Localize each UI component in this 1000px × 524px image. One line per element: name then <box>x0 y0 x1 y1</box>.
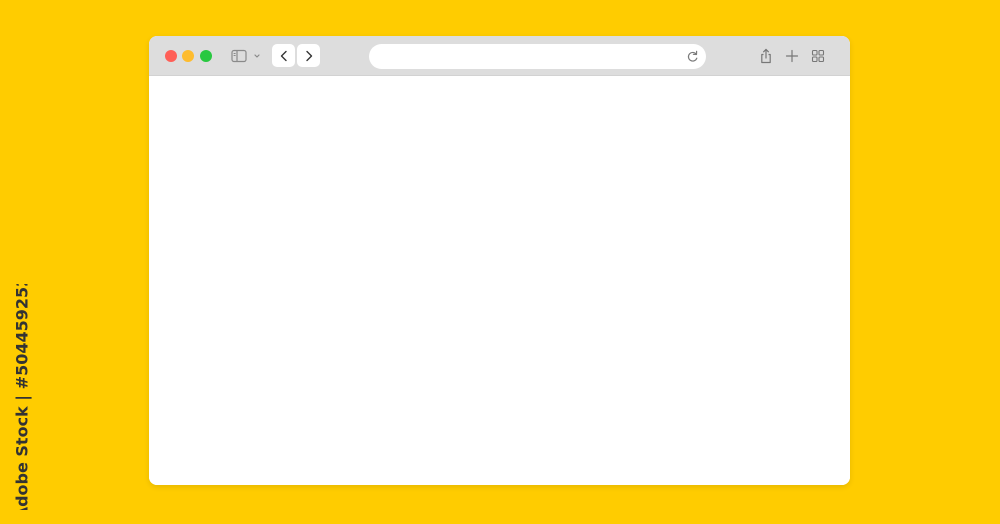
back-button[interactable] <box>272 44 295 67</box>
address-bar[interactable] <box>369 44 706 69</box>
tab-overview-button[interactable] <box>810 48 826 64</box>
sidebar-icon <box>231 49 260 63</box>
close-window-button[interactable] <box>165 50 177 62</box>
chevron-right-icon <box>305 50 312 61</box>
address-input[interactable] <box>381 48 671 65</box>
chevron-left-icon <box>280 50 287 61</box>
new-tab-button[interactable] <box>784 48 800 64</box>
stock-id-label: Adobe Stock | #504459252 <box>8 284 36 510</box>
share-button[interactable] <box>758 48 774 64</box>
browser-window <box>149 36 850 485</box>
minimize-window-button[interactable] <box>182 50 194 62</box>
browser-toolbar <box>149 36 850 76</box>
tab-overview-icon <box>811 49 825 63</box>
page-content-area <box>149 76 850 485</box>
navigation-buttons <box>272 44 320 67</box>
reload-icon <box>687 50 698 62</box>
stock-id-text: Adobe Stock | #504459252 <box>12 284 32 510</box>
forward-button[interactable] <box>297 44 320 67</box>
plus-icon <box>785 49 799 63</box>
zoom-window-button[interactable] <box>200 50 212 62</box>
share-icon <box>761 48 771 64</box>
sidebar-toggle-button[interactable] <box>231 49 265 63</box>
reload-button[interactable] <box>686 50 699 63</box>
